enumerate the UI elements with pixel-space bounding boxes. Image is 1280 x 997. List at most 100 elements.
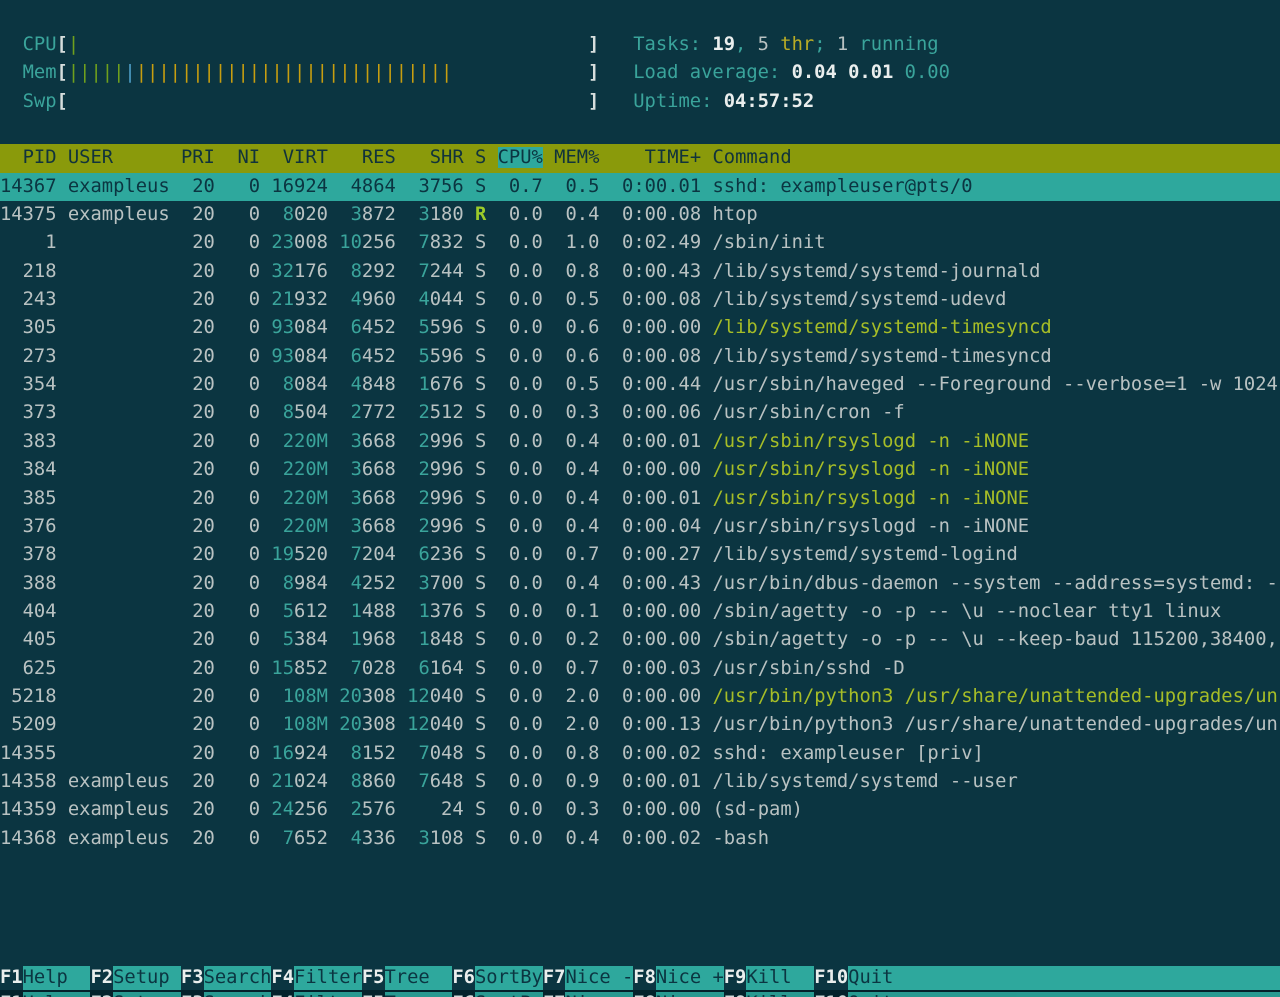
col-ni: 0 <box>226 289 260 310</box>
fnkey-tree[interactable]: F5Tree <box>362 966 452 990</box>
fnkey-nice[interactable]: F8Nice + <box>633 966 723 990</box>
col-shr-mb: 7 <box>418 232 429 253</box>
fnkey-label: Help <box>23 966 91 990</box>
fnkey-number: F6 <box>452 966 475 990</box>
col-shr-mb: 2 <box>418 402 429 423</box>
header-command[interactable]: Command <box>712 147 791 168</box>
process-row-218[interactable]: 218 20 0 32176 8292 7244 S 0.0 0.8 0:00.… <box>0 258 1280 286</box>
fnkey-sortby[interactable]: F6SortBy <box>452 992 542 997</box>
col-pri: 20 <box>181 658 215 679</box>
process-row-404[interactable]: 404 20 0 5612 1488 1376 S 0.0 0.1 0:00.0… <box>0 598 1280 626</box>
col-pri: 20 <box>181 828 215 849</box>
fnkey-number: F7 <box>543 992 566 997</box>
header-shr[interactable]: SHR <box>407 147 464 168</box>
col-virt: 020 <box>294 204 328 225</box>
fnkey-sortby[interactable]: F6SortBy <box>452 966 542 990</box>
col-mem: 1.0 <box>554 232 599 253</box>
process-row-14359[interactable]: 14359 exampleus 20 0 24256 2576 24 S 0.0… <box>0 796 1280 824</box>
fnkey-setup[interactable]: F2Setup <box>90 966 180 990</box>
process-row-5209[interactable]: 5209 20 0 108M 20308 12040 S 0.0 2.0 0:0… <box>0 711 1280 739</box>
process-row-385[interactable]: 385 20 0 220M 3668 2996 S 0.0 0.4 0:00.0… <box>0 485 1280 513</box>
header-s[interactable]: S <box>475 147 486 168</box>
process-row-625[interactable]: 625 20 0 15852 7028 6164 S 0.0 0.7 0:00.… <box>0 655 1280 683</box>
process-row-14355[interactable]: 14355 20 0 16924 8152 7048 S 0.0 0.8 0:0… <box>0 740 1280 768</box>
fnkey-filter[interactable]: F4Filter <box>271 992 361 997</box>
process-row-384[interactable]: 384 20 0 220M 3668 2996 S 0.0 0.4 0:00.0… <box>0 456 1280 484</box>
process-row-388[interactable]: 388 20 0 8984 4252 3700 S 0.0 0.4 0:00.4… <box>0 570 1280 598</box>
process-row-14368[interactable]: 14368 exampleus 20 0 7652 4336 3108 S 0.… <box>0 825 1280 853</box>
col-state: S <box>475 771 486 792</box>
col-mem: 0.4 <box>554 828 599 849</box>
col-ni: 0 <box>226 346 260 367</box>
col-pri: 20 <box>181 799 215 820</box>
col-res: 668 <box>362 459 396 480</box>
fnkey-search[interactable]: F3Search <box>181 966 271 990</box>
header-virt[interactable]: VIRT <box>271 147 328 168</box>
fnkey-number: F9 <box>724 992 747 997</box>
col-virt-mb: 16 <box>271 743 294 764</box>
process-row-273[interactable]: 273 20 0 93084 6452 5596 S 0.0 0.6 0:00.… <box>0 343 1280 371</box>
process-row-378[interactable]: 378 20 0 19520 7204 6236 S 0.0 0.7 0:00.… <box>0 541 1280 569</box>
fnkey-tree[interactable]: F5Tree <box>362 992 452 997</box>
col-cpu: 0.0 <box>498 686 543 707</box>
col-virt: 084 <box>294 346 328 367</box>
process-row-14375[interactable]: 14375 exampleus 20 0 8020 3872 3180 R 0.… <box>0 201 1280 229</box>
fnkey-number: F8 <box>633 966 656 990</box>
header-pid[interactable]: PID <box>0 147 57 168</box>
mem-meter-label: Mem <box>0 62 57 83</box>
fnkey-number: F4 <box>271 966 294 990</box>
process-row-5218[interactable]: 5218 20 0 108M 20308 12040 S 0.0 2.0 0:0… <box>0 683 1280 711</box>
col-virt-mb: 15 <box>271 658 294 679</box>
process-row-405[interactable]: 405 20 0 5384 1968 1848 S 0.0 0.2 0:00.0… <box>0 626 1280 654</box>
header-pri[interactable]: PRI <box>181 147 215 168</box>
process-row-1[interactable]: 1 20 0 23008 10256 7832 S 0.0 1.0 0:02.4… <box>0 229 1280 257</box>
col-shr: 040 <box>430 714 464 735</box>
fnkey-setup[interactable]: F2Setup <box>90 992 180 997</box>
col-cpu: 0.0 <box>498 544 543 565</box>
col-shr: 376 <box>430 601 464 622</box>
header-mem[interactable]: MEM% <box>554 147 599 168</box>
process-row-383[interactable]: 383 20 0 220M 3668 2996 S 0.0 0.4 0:00.0… <box>0 428 1280 456</box>
fnkey-kill[interactable]: F9Kill <box>724 966 814 990</box>
header-ni[interactable]: NI <box>226 147 260 168</box>
mem-meter-line: Mem[|||||||||||||||||||||||||||||||||| ]… <box>0 59 1280 87</box>
load-5min: 0.01 <box>848 62 893 83</box>
col-res: 308 <box>362 686 396 707</box>
col-pri: 20 <box>181 601 215 622</box>
process-row-376[interactable]: 376 20 0 220M 3668 2996 S 0.0 0.4 0:00.0… <box>0 513 1280 541</box>
fnkey-quit[interactable]: F10Quit <box>814 992 1280 997</box>
fnkey-help[interactable]: F1Help <box>0 966 90 990</box>
fnkey-nice[interactable]: F7Nice - <box>543 992 633 997</box>
col-shr: 996 <box>430 488 464 509</box>
col-virt-mb: 93 <box>271 346 294 367</box>
col-res: 872 <box>362 204 396 225</box>
col-user <box>68 573 170 594</box>
col-shr-mb: 3 <box>418 828 429 849</box>
process-row-243[interactable]: 243 20 0 21932 4960 4044 S 0.0 0.5 0:00.… <box>0 286 1280 314</box>
fnkey-nice[interactable]: F7Nice - <box>543 966 633 990</box>
process-row-354[interactable]: 354 20 0 8084 4848 1676 S 0.0 0.5 0:00.4… <box>0 371 1280 399</box>
fnkey-search[interactable]: F3Search <box>181 992 271 997</box>
fnkey-label: Setup <box>113 992 181 997</box>
swp-meter-line: Swp[ ] Uptime: 04:57:52 <box>0 88 1280 116</box>
col-virt-mb: 23 <box>271 232 294 253</box>
col-command: /usr/bin/python3 /usr/share/unattended-u… <box>712 714 1277 735</box>
col-state: S <box>475 714 486 735</box>
fnkey-kill[interactable]: F9Kill <box>724 992 814 997</box>
col-cpu: 0.0 <box>498 714 543 735</box>
fnkey-label: SortBy <box>475 992 543 997</box>
fnkey-nice[interactable]: F8Nice + <box>633 992 723 997</box>
process-row-305[interactable]: 305 20 0 93084 6452 5596 S 0.0 0.6 0:00.… <box>0 314 1280 342</box>
col-pid: 218 <box>0 261 57 282</box>
process-row-373[interactable]: 373 20 0 8504 2772 2512 S 0.0 0.3 0:00.0… <box>0 399 1280 427</box>
process-row-14367[interactable]: 14367 exampleus 20 0 16924 4864 3756 S 0… <box>0 173 1280 201</box>
header-cpu[interactable]: CPU% <box>498 147 543 168</box>
process-row-14358[interactable]: 14358 exampleus 20 0 21024 8860 7648 S 0… <box>0 768 1280 796</box>
header-res[interactable]: RES <box>339 147 396 168</box>
header-time[interactable]: TIME+ <box>611 147 701 168</box>
fnkey-filter[interactable]: F4Filter <box>271 966 361 990</box>
fnkey-quit[interactable]: F10Quit <box>814 966 1280 990</box>
col-virt: 852 <box>294 658 328 679</box>
fnkey-help[interactable]: F1Help <box>0 992 90 997</box>
header-user[interactable]: USER <box>68 147 170 168</box>
